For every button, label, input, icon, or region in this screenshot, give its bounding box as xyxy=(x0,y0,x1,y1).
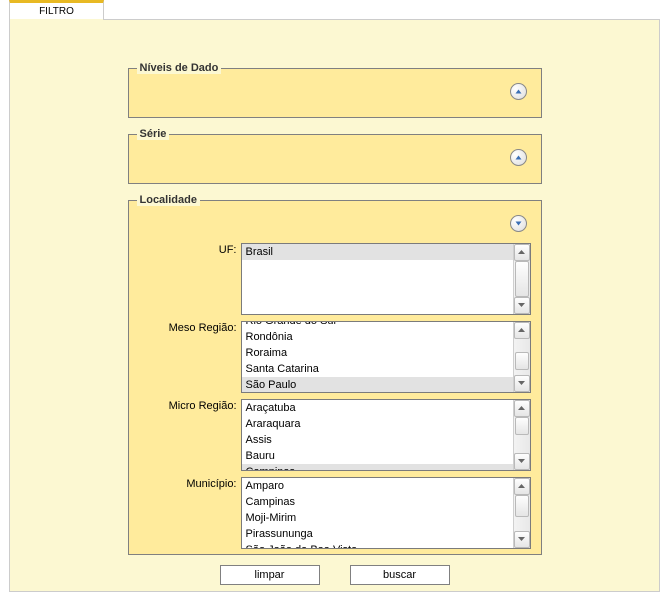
label-municipio: Município: xyxy=(139,477,241,490)
list-item[interactable]: Rondônia xyxy=(242,329,513,345)
filter-panel: Níveis de Dado Série Localidade UF xyxy=(9,19,660,592)
scroll-thumb[interactable] xyxy=(515,352,529,370)
scrollbar[interactable] xyxy=(513,322,530,392)
list-item[interactable]: Araçatuba xyxy=(242,400,513,416)
fieldset-niveis-de-dado: Níveis de Dado xyxy=(128,68,542,118)
limpar-button[interactable]: limpar xyxy=(220,565,320,585)
scroll-up-button[interactable] xyxy=(514,322,530,339)
scroll-down-button[interactable] xyxy=(514,531,530,548)
listbox-micro[interactable]: Araçatuba Araraquara Assis Bauru Campina… xyxy=(241,399,531,471)
list-item[interactable]: Bauru xyxy=(242,448,513,464)
fieldset-localidade: Localidade UF: Brasil xyxy=(128,200,542,555)
scroll-thumb[interactable] xyxy=(515,495,529,517)
list-item[interactable]: Santa Catarina xyxy=(242,361,513,377)
button-label: buscar xyxy=(383,569,416,581)
list-item[interactable]: Araraquara xyxy=(242,416,513,432)
collapse-button-niveis[interactable] xyxy=(510,83,527,100)
label-uf: UF: xyxy=(139,243,241,256)
list-item[interactable]: Pirassununga xyxy=(242,526,513,542)
scrollbar[interactable] xyxy=(513,478,530,548)
list-item[interactable]: Moji-Mirim xyxy=(242,510,513,526)
buscar-button[interactable]: buscar xyxy=(350,565,450,585)
list-item[interactable]: Brasil xyxy=(242,244,513,260)
scroll-up-button[interactable] xyxy=(514,400,530,417)
list-item[interactable]: Roraima xyxy=(242,345,513,361)
listbox-uf[interactable]: Brasil xyxy=(241,243,531,315)
scroll-thumb[interactable] xyxy=(515,417,529,435)
scrollbar[interactable] xyxy=(513,400,530,470)
collapse-button-serie[interactable] xyxy=(510,149,527,166)
scroll-down-button[interactable] xyxy=(514,297,530,314)
list-item[interactable]: Campinas xyxy=(242,464,513,470)
label-meso: Meso Região: xyxy=(139,321,241,334)
button-label: limpar xyxy=(255,569,285,581)
fieldset-serie: Série xyxy=(128,134,542,184)
legend-localidade: Localidade xyxy=(137,194,200,206)
legend-niveis: Níveis de Dado xyxy=(137,62,222,74)
scroll-up-button[interactable] xyxy=(514,244,530,261)
tab-label: FILTRO xyxy=(39,6,74,17)
collapse-button-localidade[interactable] xyxy=(510,215,527,232)
list-item[interactable]: São Paulo xyxy=(242,377,513,392)
scrollbar[interactable] xyxy=(513,244,530,314)
scroll-down-button[interactable] xyxy=(514,375,530,392)
scroll-up-button[interactable] xyxy=(514,478,530,495)
list-item[interactable]: Amparo xyxy=(242,478,513,494)
list-item[interactable]: Assis xyxy=(242,432,513,448)
legend-serie: Série xyxy=(137,128,170,140)
listbox-meso[interactable]: Rio Grande do Sul Rondônia Roraima Santa… xyxy=(241,321,531,393)
list-item[interactable]: Campinas xyxy=(242,494,513,510)
scroll-thumb[interactable] xyxy=(515,261,529,297)
listbox-municipio[interactable]: Amparo Campinas Moji-Mirim Pirassununga … xyxy=(241,477,531,549)
label-micro: Micro Região: xyxy=(139,399,241,412)
list-item[interactable]: Rio Grande do Sul xyxy=(242,322,513,329)
list-item[interactable]: São João da Boa Vista xyxy=(242,542,513,548)
scroll-down-button[interactable] xyxy=(514,453,530,470)
tab-filtro[interactable]: FILTRO xyxy=(9,0,104,20)
